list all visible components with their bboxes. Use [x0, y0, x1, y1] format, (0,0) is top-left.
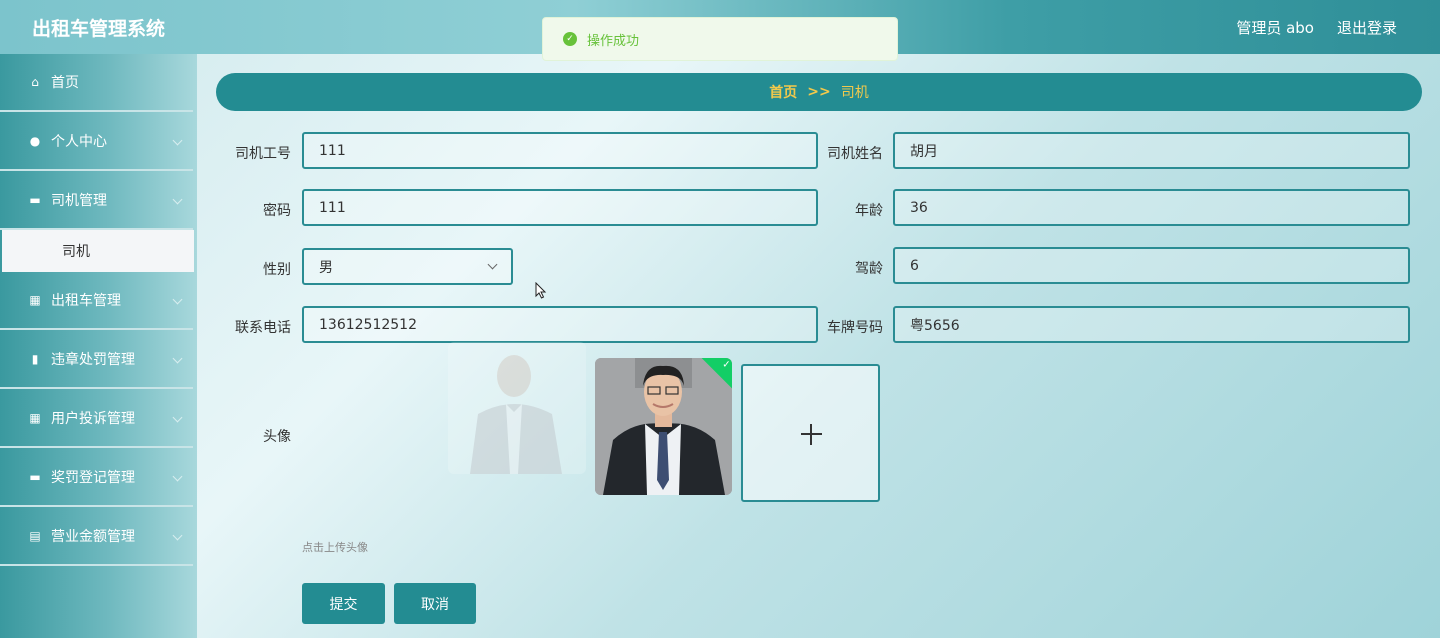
chevron-down-icon [172, 194, 183, 205]
sidebar: ⌂ 首页 ● 个人中心 ▬ 司机管理 司机 ▦ 出租车管理 ▮ 违章处罚管理 ▦… [0, 54, 197, 638]
avatar-upload-button[interactable] [741, 364, 880, 502]
sidebar-item-label: 用户投诉管理 [51, 411, 135, 427]
gender-select[interactable]: 男 [302, 248, 513, 285]
breadcrumb: 首页 >> 司机 [216, 73, 1422, 111]
sidebar-item-label: 个人中心 [51, 134, 107, 150]
check-icon: ✓ [722, 359, 731, 371]
plus-icon-vertical [810, 424, 812, 445]
driver-no-input[interactable]: 111 [302, 132, 818, 169]
sidebar-item-revenue-management[interactable]: ▤ 营业金额管理 [0, 508, 193, 566]
phone-label: 联系电话 [235, 320, 291, 336]
driver-name-input[interactable]: 胡月 [893, 132, 1410, 169]
person-photo-icon [595, 358, 732, 495]
driving-years-label: 驾龄 [855, 261, 883, 277]
chevron-down-icon [172, 353, 183, 364]
avatar-thumbnail[interactable]: ✓ [595, 358, 732, 495]
sidebar-subitem-driver[interactable]: 司机 [2, 230, 194, 272]
submit-button[interactable]: 提交 [302, 583, 385, 624]
breadcrumb-current: 司机 [840, 85, 869, 101]
driver-no-label: 司机工号 [235, 146, 291, 162]
logout-link[interactable]: 退出登录 [1337, 17, 1397, 38]
sidebar-item-label: 违章处罚管理 [51, 352, 135, 368]
grid-icon: ▦ [29, 411, 41, 425]
plate-label: 车牌号码 [827, 320, 883, 336]
clipboard-icon: ▤ [29, 529, 41, 543]
sidebar-item-violation-management[interactable]: ▮ 违章处罚管理 [0, 331, 193, 389]
chevron-down-icon [172, 412, 183, 423]
app-title: 出租车管理系统 [32, 18, 166, 40]
password-label: 密码 [263, 203, 291, 219]
printer-icon: ▬ [29, 470, 41, 484]
current-user: 管理员 abo [1236, 19, 1314, 37]
sidebar-item-label: 奖罚登记管理 [51, 470, 135, 486]
cancel-button[interactable]: 取消 [394, 583, 476, 624]
user-icon: ● [29, 134, 41, 148]
phone-input[interactable]: 13612512512 [302, 306, 818, 343]
mouse-cursor-icon [535, 282, 547, 299]
sidebar-item-home[interactable]: ⌂ 首页 [0, 54, 193, 112]
sidebar-item-reward-penalty-management[interactable]: ▬ 奖罚登记管理 [0, 449, 193, 507]
sidebar-item-driver-management[interactable]: ▬ 司机管理 [0, 172, 193, 230]
password-input[interactable]: 111 [302, 189, 818, 226]
plate-input[interactable]: 粤5656 [893, 306, 1410, 343]
age-input[interactable]: 36 [893, 189, 1410, 226]
toast-message: 操作成功 [587, 33, 640, 49]
age-label: 年龄 [855, 203, 883, 219]
sidebar-item-personal-center[interactable]: ● 个人中心 [0, 113, 193, 171]
avatar-label: 头像 [263, 429, 291, 445]
avatar-drag-preview [448, 342, 586, 474]
monitor-icon: ▬ [29, 193, 41, 207]
sidebar-item-label: 首页 [51, 75, 79, 91]
chevron-down-icon [172, 471, 183, 482]
gender-label: 性别 [263, 262, 291, 278]
sidebar-item-complaint-management[interactable]: ▦ 用户投诉管理 [0, 390, 193, 448]
success-check-icon: ✓ [563, 32, 577, 46]
breadcrumb-separator: >> [807, 84, 831, 100]
driver-name-label: 司机姓名 [827, 146, 883, 162]
chevron-down-icon [172, 294, 183, 305]
sidebar-item-label: 司机管理 [51, 193, 107, 209]
chevron-down-icon [172, 530, 183, 541]
bar-chart-icon: ▮ [31, 352, 39, 366]
sidebar-item-taxi-management[interactable]: ▦ 出租车管理 [0, 272, 193, 330]
home-icon: ⌂ [31, 75, 39, 89]
sidebar-item-label: 营业金额管理 [51, 529, 135, 545]
grid-icon: ▦ [29, 293, 41, 307]
person-photo-icon [470, 355, 562, 474]
chevron-down-icon [487, 259, 498, 270]
avatar-upload-hint: 点击上传头像 [302, 541, 368, 554]
chevron-down-icon [172, 135, 183, 146]
success-toast: ✓ 操作成功 [542, 17, 898, 61]
driving-years-input[interactable]: 6 [893, 247, 1410, 284]
breadcrumb-home[interactable]: 首页 [769, 82, 797, 102]
gender-select-value: 男 [319, 259, 333, 276]
sidebar-item-label: 出租车管理 [51, 293, 121, 309]
